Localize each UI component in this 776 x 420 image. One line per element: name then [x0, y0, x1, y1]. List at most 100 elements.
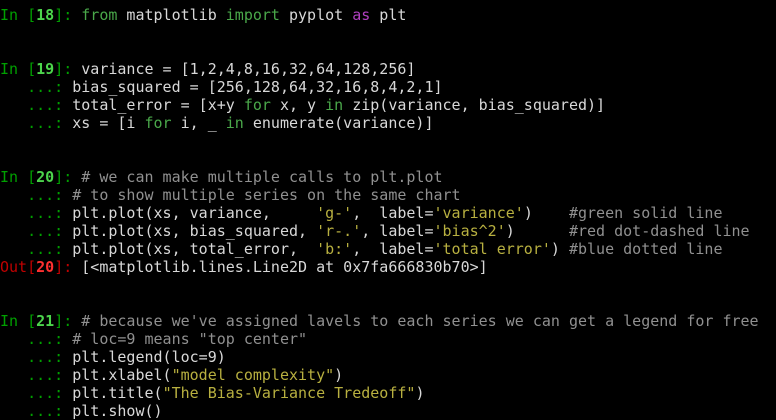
- code-token: , label=: [361, 222, 434, 240]
- out-prompt: Out[: [0, 258, 37, 276]
- input-cell[interactable]: In [19]: variance = [1,2,4,8,16,32,64,12…: [0, 60, 776, 132]
- continuation-prompt: ...:: [0, 384, 73, 402]
- in-prompt-close: ]:: [54, 6, 82, 24]
- output-line: Out[20]: [<matplotlib.lines.Line2D at 0x…: [0, 258, 776, 276]
- input-cell[interactable]: In [ 20]: # we can make multiple calls to…: [0, 168, 776, 276]
- code-token: variance = [1,2,4,8,16,32,64,128,256]: [81, 60, 416, 78]
- code-line[interactable]: ...: plt.plot(xs, variance, 'g-', label=…: [0, 204, 776, 222]
- code-token: x, y: [270, 96, 326, 114]
- in-prompt: In [: [0, 6, 37, 24]
- in-prompt-number: 19: [36, 60, 55, 78]
- code-token: enumerate(variance)]: [243, 114, 434, 132]
- code-token: 'bias^2': [433, 222, 506, 240]
- in-prompt-number: 21: [36, 312, 55, 330]
- code-token: ): [415, 384, 425, 402]
- code-token: # loc=9 means "top center": [72, 330, 308, 348]
- code-token: #blue dotted line: [568, 240, 723, 258]
- code-line[interactable]: ...: xs = [i for i, _ in enumerate(varia…: [0, 114, 776, 132]
- output-text: [<matplotlib.lines.Line2D at 0x7fa666830…: [81, 258, 488, 276]
- out-prompt-number: 20: [36, 258, 55, 276]
- code-token: 'variance': [433, 204, 524, 222]
- code-line[interactable]: In [21]: # because we've assigned lavels…: [0, 312, 776, 330]
- code-token: "model complexity": [171, 366, 335, 384]
- code-token: plt.plot(xs, variance,: [72, 204, 317, 222]
- in-prompt: In [: [0, 312, 37, 330]
- code-line[interactable]: ...: plt.plot(xs, total_error, 'b:', lab…: [0, 240, 776, 258]
- code-token: in: [325, 96, 344, 114]
- code-token: plt.plot(xs, total_error,: [72, 240, 317, 258]
- continuation-prompt: ...:: [0, 114, 73, 132]
- code-token: for: [144, 114, 172, 132]
- code-token: pyplot: [279, 6, 353, 24]
- code-token: ): [550, 240, 569, 258]
- code-line[interactable]: ...: plt.title("The Bias-Variance Tredeo…: [0, 384, 776, 402]
- continuation-prompt: ...:: [0, 366, 73, 384]
- code-token: i, _: [171, 114, 226, 132]
- in-prompt-number: 18: [36, 6, 55, 24]
- continuation-prompt: ...:: [0, 402, 73, 420]
- code-token: ): [505, 222, 569, 240]
- code-token: zip(variance, bias_squared)]: [343, 96, 606, 114]
- code-token: 'b:': [316, 240, 353, 258]
- cell-gap: [0, 24, 776, 60]
- code-token: as: [352, 6, 371, 24]
- code-line[interactable]: ...: # loc=9 means "top center": [0, 330, 776, 348]
- code-token: plt: [370, 6, 407, 24]
- code-token: total_error = [x+y: [72, 96, 244, 114]
- code-line[interactable]: ...: plt.show(): [0, 402, 776, 420]
- code-token: in: [225, 114, 244, 132]
- code-token: plt.title(: [72, 384, 163, 402]
- code-token: for: [243, 96, 271, 114]
- continuation-prompt: ...:: [0, 348, 73, 366]
- continuation-prompt: ...:: [0, 78, 73, 96]
- code-line[interactable]: ...: # to show multiple series on the sa…: [0, 186, 776, 204]
- code-token: # because we've assigned lavels to each …: [81, 312, 759, 330]
- code-line[interactable]: ...: bias_squared = [256,128,64,32,16,8,…: [0, 78, 776, 96]
- continuation-prompt: ...:: [0, 186, 73, 204]
- in-prompt-close: ]:: [54, 60, 82, 78]
- code-token: 'total error': [433, 240, 551, 258]
- code-token: , label=: [352, 240, 434, 258]
- continuation-prompt: ...:: [0, 96, 73, 114]
- code-token: # to show multiple series on the same ch…: [72, 186, 461, 204]
- out-prompt-close: ]:: [54, 258, 82, 276]
- input-cell[interactable]: In [21]: # because we've assigned lavels…: [0, 312, 776, 420]
- code-token: 'g-': [316, 204, 353, 222]
- cell-gap: [0, 276, 776, 312]
- code-token: plt.xlabel(: [72, 366, 172, 384]
- cell-gap: [0, 132, 776, 168]
- code-token: ): [523, 204, 569, 222]
- code-token: plt.plot(xs, bias_squared,: [72, 222, 317, 240]
- continuation-prompt: ...:: [0, 222, 73, 240]
- code-token: 'r-.': [316, 222, 362, 240]
- code-token: import: [225, 6, 280, 24]
- code-token: #green solid line: [568, 204, 723, 222]
- in-prompt-close: ]:: [54, 168, 82, 186]
- code-line[interactable]: ...: plt.plot(xs, bias_squared, 'r-.', l…: [0, 222, 776, 240]
- code-token: plt.legend(loc=9): [72, 348, 226, 366]
- code-token: #red dot-dashed line: [568, 222, 750, 240]
- in-prompt: In [: [0, 168, 37, 186]
- code-line[interactable]: In [18]: from matplotlib import pyplot a…: [0, 6, 776, 24]
- code-line[interactable]: In [19]: variance = [1,2,4,8,16,32,64,12…: [0, 60, 776, 78]
- input-cell[interactable]: In [18]: from matplotlib import pyplot a…: [0, 6, 776, 24]
- in-prompt: In [: [0, 60, 37, 78]
- code-token: # we can make multiple calls to plt.plot: [81, 168, 443, 186]
- code-token: plt.show(): [72, 402, 163, 420]
- code-token: from: [81, 6, 118, 24]
- code-token: ): [334, 366, 344, 384]
- code-token: matplotlib: [117, 6, 226, 24]
- code-line[interactable]: ...: plt.legend(loc=9): [0, 348, 776, 366]
- code-token: xs = [i: [72, 114, 145, 132]
- in-prompt-close: ]:: [54, 312, 82, 330]
- code-token: "The Bias-Variance Tredeoff": [162, 384, 416, 402]
- code-line[interactable]: ...: total_error = [x+y for x, y in zip(…: [0, 96, 776, 114]
- code-token: bias_squared = [256,128,64,32,16,8,4,2,1…: [72, 78, 443, 96]
- continuation-prompt: ...:: [0, 240, 73, 258]
- code-line[interactable]: ...: plt.xlabel("model complexity"): [0, 366, 776, 384]
- code-line[interactable]: In [20]: # we can make multiple calls to…: [0, 168, 776, 186]
- continuation-prompt: ...:: [0, 330, 73, 348]
- ipython-terminal[interactable]: In [18]: from matplotlib import pyplot a…: [0, 6, 776, 420]
- continuation-prompt: ...:: [0, 204, 73, 222]
- code-token: , label=: [352, 204, 434, 222]
